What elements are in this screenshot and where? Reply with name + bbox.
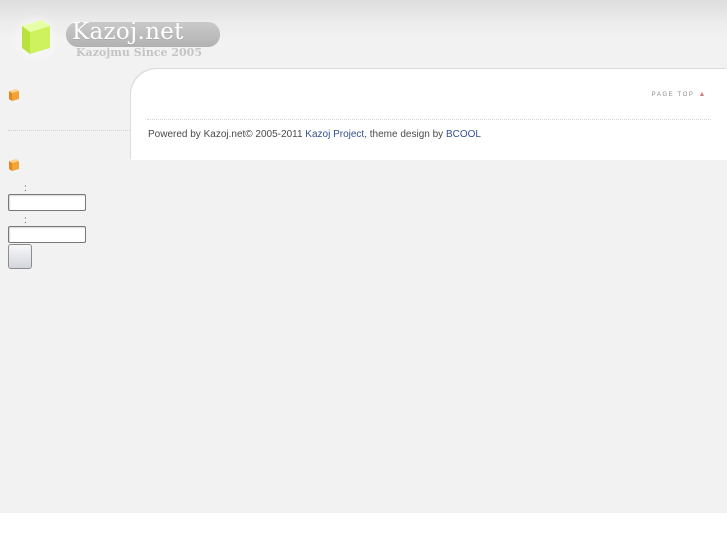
orange-cube-bullet-icon: [9, 89, 19, 101]
content-panel: PAGE TOP ▲ Powered by Kazoj.net© 2005-20…: [131, 69, 727, 160]
footer-powered-text: Powered by Kazoj.net© 2005-2011: [148, 129, 306, 140]
green-cube-icon: [11, 13, 61, 62]
bcool-link[interactable]: BCOOL: [446, 129, 481, 140]
kazoj-project-link[interactable]: Kazoj Project: [305, 129, 364, 140]
site-title: Kazoj.net: [72, 19, 184, 45]
username-label: :: [24, 183, 27, 194]
page-top-label: PAGE TOP: [651, 91, 695, 98]
content-divider: [147, 119, 711, 120]
orange-cube-bullet-icon: [9, 159, 19, 171]
footer-theme-text: , theme design by: [364, 129, 446, 140]
triangle-up-icon: ▲: [698, 91, 707, 98]
site-tagline: Kazojmu Since 2005: [76, 46, 202, 59]
footer-credits: Powered by Kazoj.net© 2005-2011 Kazoj Pr…: [148, 129, 481, 140]
username-input[interactable]: [8, 194, 86, 211]
site-logo[interactable]: Kazoj.net Kazojmu Since 2005: [10, 10, 220, 66]
page-top-link[interactable]: PAGE TOP ▲: [652, 91, 707, 98]
password-label: :: [24, 215, 27, 226]
sidebar-divider: [8, 130, 130, 131]
password-input[interactable]: [8, 226, 86, 243]
login-submit-button[interactable]: [8, 244, 32, 269]
